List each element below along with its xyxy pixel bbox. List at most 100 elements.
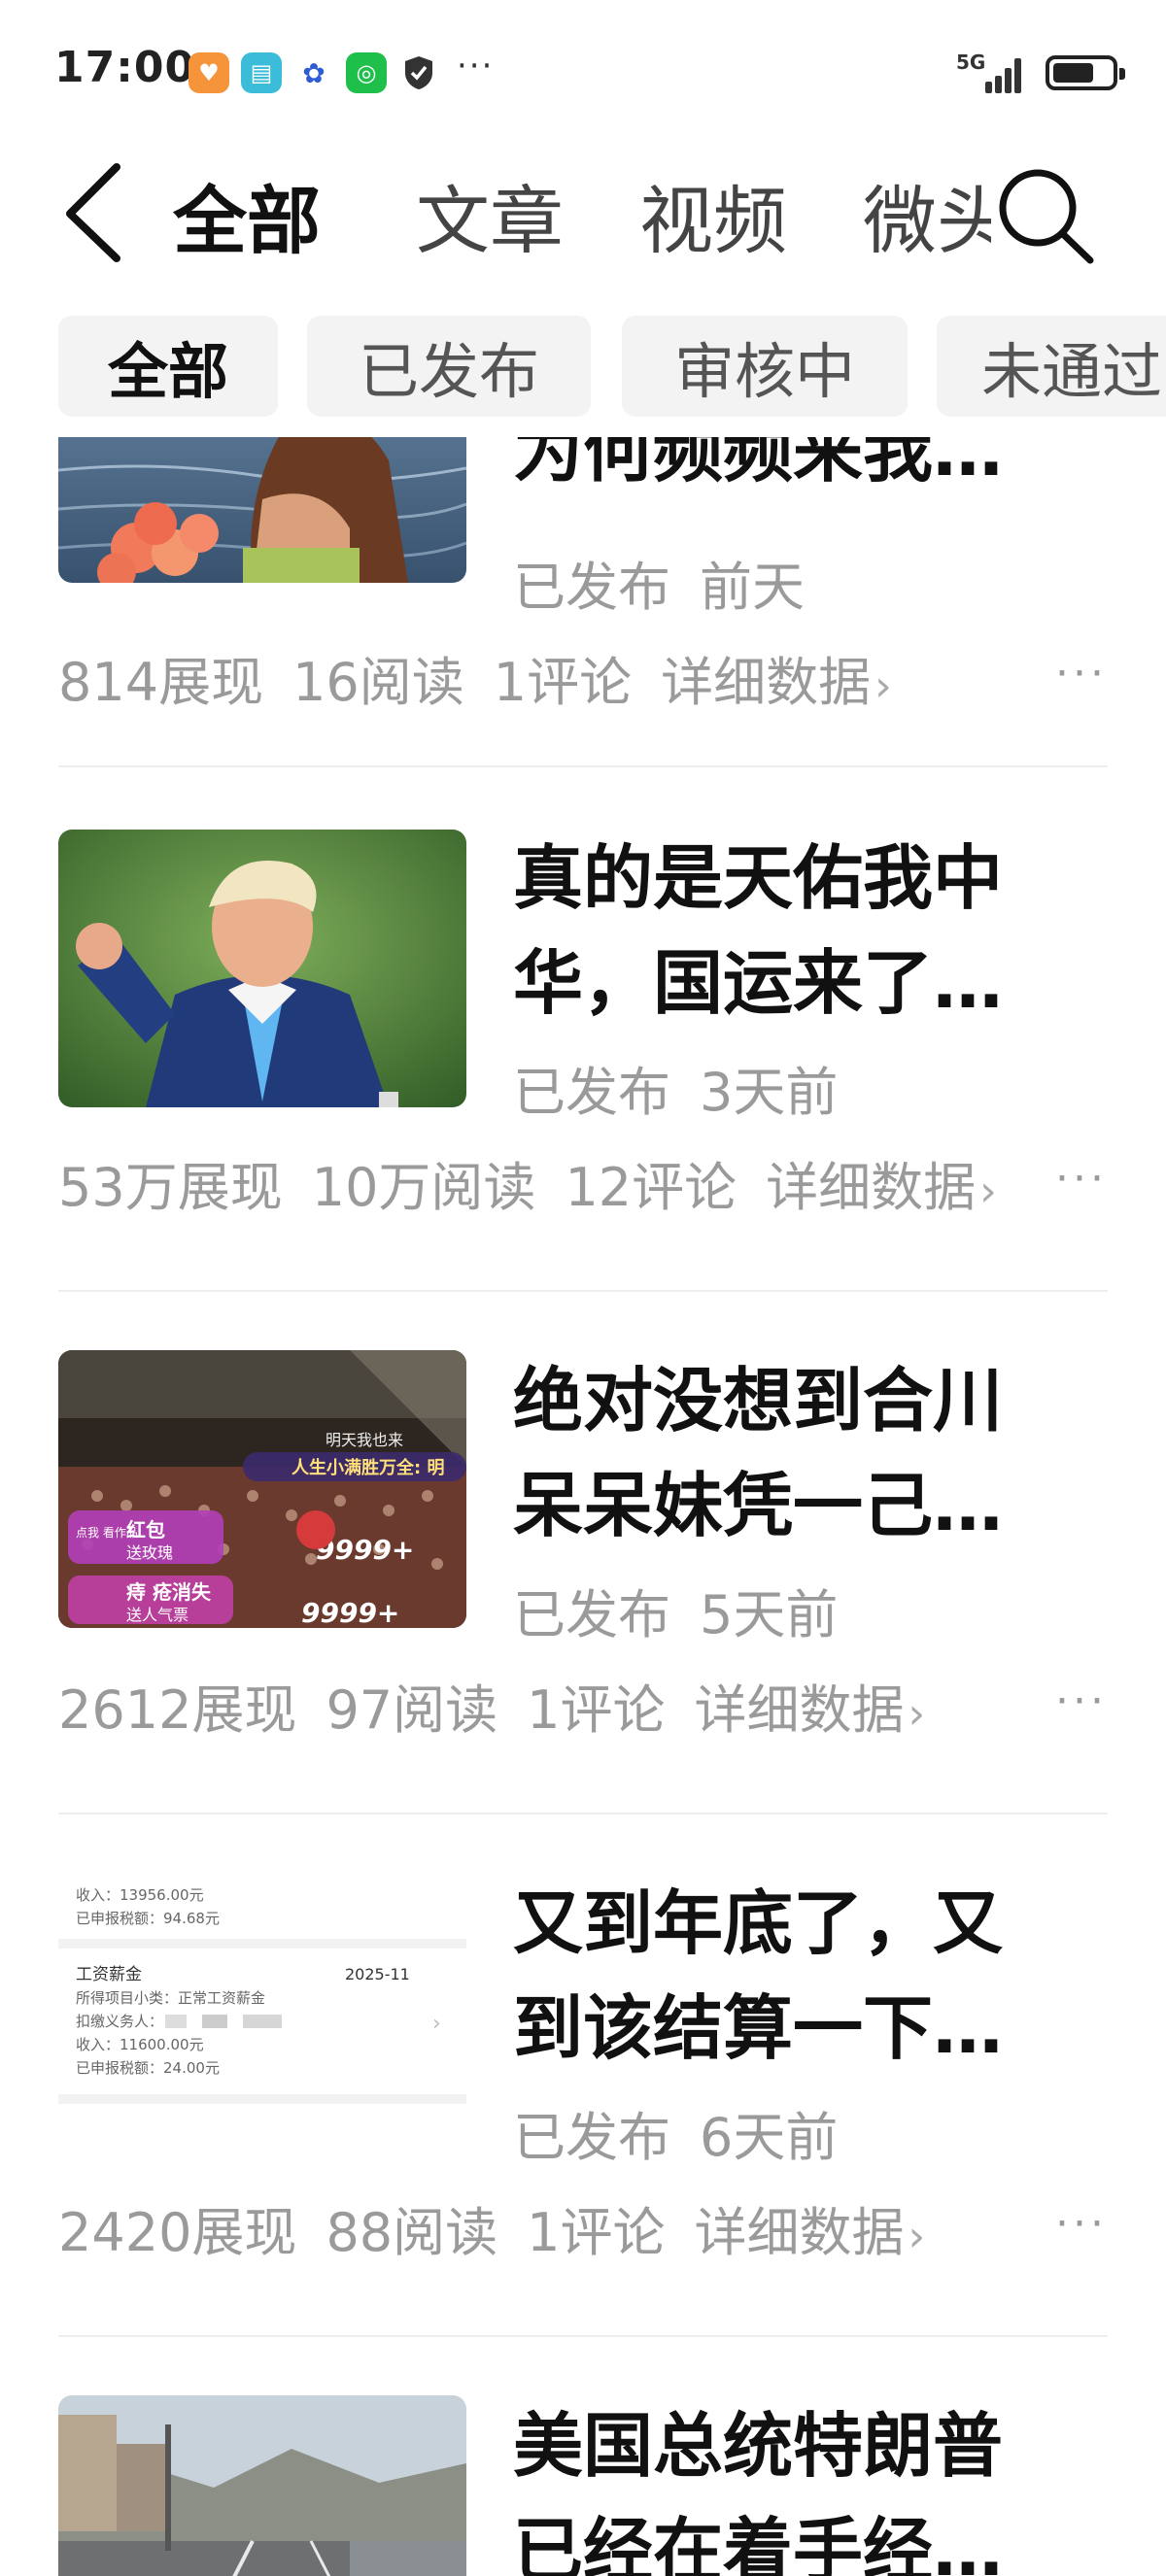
battery-icon	[1046, 55, 1125, 90]
comments-count: 1评论	[527, 1679, 666, 1741]
back-button[interactable]	[56, 157, 134, 264]
signal-icon: 5G	[956, 51, 1024, 95]
detail-data-link[interactable]: 详细数据›	[766, 1157, 997, 1218]
thumbnail-image-tax-record: 收入：13956.00元 已申报税额：94.68元 工资薪金 2025-11 所…	[58, 1873, 466, 2151]
reads-count: 88阅读	[326, 2202, 498, 2263]
chevron-right-icon: ›	[979, 1167, 997, 1216]
detail-data-link[interactable]: 详细数据›	[661, 652, 892, 713]
comments-count: 1评论	[493, 652, 633, 713]
article-thumbnail[interactable]: 收入：13956.00元 已申报税额：94.68元 工资薪金 2025-11 所…	[58, 1873, 466, 2151]
publish-status: 已发布	[513, 2107, 670, 2168]
reads-count: 16阅读	[292, 652, 464, 713]
search-button[interactable]	[991, 159, 1098, 266]
detail-data-link[interactable]: 详细数据›	[695, 1679, 926, 1741]
tab-videos[interactable]: 视频	[639, 161, 787, 268]
top-nav: 全部 文章 视频 微头	[0, 146, 1166, 272]
thumb-tax2: 已申报税额：24.00元	[76, 2059, 220, 2077]
list-item[interactable]: 收入：13956.00元 已申报税额：94.68元 工资薪金 2025-11 所…	[0, 1814, 1166, 2337]
thumbnail-image-man-suit	[58, 830, 466, 1107]
shield-icon	[398, 52, 439, 93]
article-stats: 2612展现 97阅读 1评论 详细数据›	[58, 1667, 1108, 1744]
filter-published[interactable]: 已发布	[307, 316, 591, 417]
thumb-tag1: 点我 看作品	[76, 1526, 138, 1540]
heart-app-icon: ♥	[189, 52, 229, 93]
more-notifications-icon: ···	[457, 47, 495, 85]
chevron-right-icon: ›	[908, 1689, 926, 1739]
article-thumbnail[interactable]	[58, 2395, 466, 2576]
thumb-subtype: 所得项目小类：正常工资薪金	[76, 1989, 265, 2007]
chevron-right-icon: ›	[908, 2212, 926, 2261]
detail-data-link[interactable]: 详细数据›	[695, 2202, 926, 2263]
list-item[interactable]: 为何频频来我… 已发布 前天 814展现 16阅读 1评论 详细数据› ···	[0, 437, 1166, 767]
reads-count: 97阅读	[326, 1679, 498, 1741]
article-stats: 2420展现 88阅读 1评论 详细数据›	[58, 2189, 1108, 2266]
chevron-right-icon: ›	[874, 661, 892, 711]
article-title[interactable]: 绝对没想到合川 呆呆妹凭一己…	[513, 1348, 1096, 1558]
article-thumbnail[interactable]	[58, 830, 466, 1107]
chevron-left-icon	[66, 163, 120, 262]
notification-icons: ♥ ▤ ✿ ◎ ···	[189, 47, 494, 93]
wechat-icon: ◎	[346, 52, 387, 93]
battery-level	[1053, 63, 1093, 83]
thumb-payer: 扣缴义务人：	[76, 2013, 163, 2030]
impressions-count: 814展现	[58, 652, 264, 713]
article-meta: 已发布 6天前	[513, 2094, 867, 2171]
article-meta: 已发布 前天	[513, 544, 834, 621]
more-options-button[interactable]: ···	[1055, 2199, 1108, 2249]
thumbnail-image-crowd-livestream: 明天我也来 人生小满胜万全: 明 红包 送玫瑰 点我 看作品 9999+ 痔 疮…	[58, 1350, 466, 1628]
impressions-count: 2420展现	[58, 2202, 297, 2263]
book-app-icon: ▤	[241, 52, 282, 93]
tab-all[interactable]: 全部	[173, 161, 321, 268]
status-time: 17:00	[54, 43, 196, 92]
filter-all[interactable]: 全部	[58, 316, 278, 417]
list-item[interactable]: 明天我也来 人生小满胜万全: 明 红包 送玫瑰 点我 看作品 9999+ 痔 疮…	[0, 1292, 1166, 1814]
more-options-button[interactable]: ···	[1055, 649, 1108, 698]
thumb-item-title: 工资薪金	[76, 1965, 142, 1984]
article-title[interactable]: 美国总统特朗普 已经在着手经…	[513, 2393, 1096, 2576]
publish-status: 已发布	[513, 557, 670, 618]
list-item[interactable]: 真的是天佑我中 华，国运来了… 已发布 3天前 53万展现 10万阅读 12评论 详细数…	[0, 767, 1166, 1292]
thumb-banner: 人生小满胜万全: 明	[292, 1457, 444, 1478]
thumb-count2: 9999+	[301, 1597, 399, 1628]
article-title[interactable]: 真的是天佑我中 华，国运来了…	[513, 826, 1096, 1035]
filter-under-review[interactable]: 审核中	[622, 316, 908, 417]
publish-time: 6天前	[700, 2107, 839, 2168]
status-filter-bar: 全部 已发布 审核中 未通过	[0, 316, 1166, 418]
article-meta: 已发布 5天前	[513, 1572, 867, 1648]
list-item[interactable]: 美国总统特朗普 已经在着手经…	[0, 2337, 1166, 2576]
more-options-button[interactable]: ···	[1055, 1154, 1108, 1203]
tab-articles[interactable]: 文章	[416, 161, 564, 268]
article-title[interactable]: 为何频频来我…	[513, 437, 1096, 503]
search-icon	[999, 169, 1094, 264]
article-list: 为何频频来我… 已发布前天 814展现16阅读1评论详细数据› ···	[0, 437, 1166, 2576]
article-meta: 已发布 3天前	[513, 1049, 867, 1126]
publish-status: 已发布	[513, 1584, 670, 1645]
status-right: 5G	[956, 51, 1125, 95]
comments-count: 1评论	[527, 2202, 666, 2263]
publish-time: 前天	[700, 557, 805, 618]
more-options-button[interactable]: ···	[1055, 1677, 1108, 1726]
thumb-tax1: 已申报税额：94.68元	[76, 1910, 220, 1927]
baidu-icon: ✿	[293, 52, 334, 93]
status-bar: 17:00 ♥ ▤ ✿ ◎ ··· 5G	[0, 0, 1166, 146]
thumb-income2: 收入：11600.00元	[76, 2036, 204, 2053]
svg-text:›: ›	[432, 2012, 441, 2036]
article-title[interactable]: 又到年底了，又 到该结算一下…	[513, 1871, 1096, 2081]
thumb-income1: 收入：13956.00元	[76, 1886, 204, 1904]
thumb-badge1-sub: 送玫瑰	[126, 1543, 173, 1562]
article-thumbnail[interactable]: 明天我也来 人生小满胜万全: 明 红包 送玫瑰 点我 看作品 9999+ 痔 疮…	[58, 1350, 466, 1628]
thumb-badge2-sub: 送人气票	[126, 1606, 189, 1624]
impressions-count: 53万展现	[58, 1157, 283, 1218]
tab-micro-headlines[interactable]: 微头	[863, 161, 1011, 268]
publish-time: 5天前	[700, 1584, 839, 1645]
thumbnail-image-woman-sea	[58, 437, 466, 583]
publish-time: 3天前	[700, 1062, 839, 1123]
reads-count: 10万阅读	[311, 1157, 536, 1218]
impressions-count: 2612展现	[58, 1679, 297, 1741]
thumbnail-image-road-mountains	[58, 2395, 466, 2576]
filter-rejected[interactable]: 未通过	[937, 316, 1166, 417]
network-type: 5G	[956, 51, 986, 74]
thumb-month: 2025-11	[345, 1965, 410, 1983]
thumb-badge2: 痔 疮消失	[126, 1580, 212, 1604]
article-thumbnail[interactable]	[58, 437, 466, 583]
